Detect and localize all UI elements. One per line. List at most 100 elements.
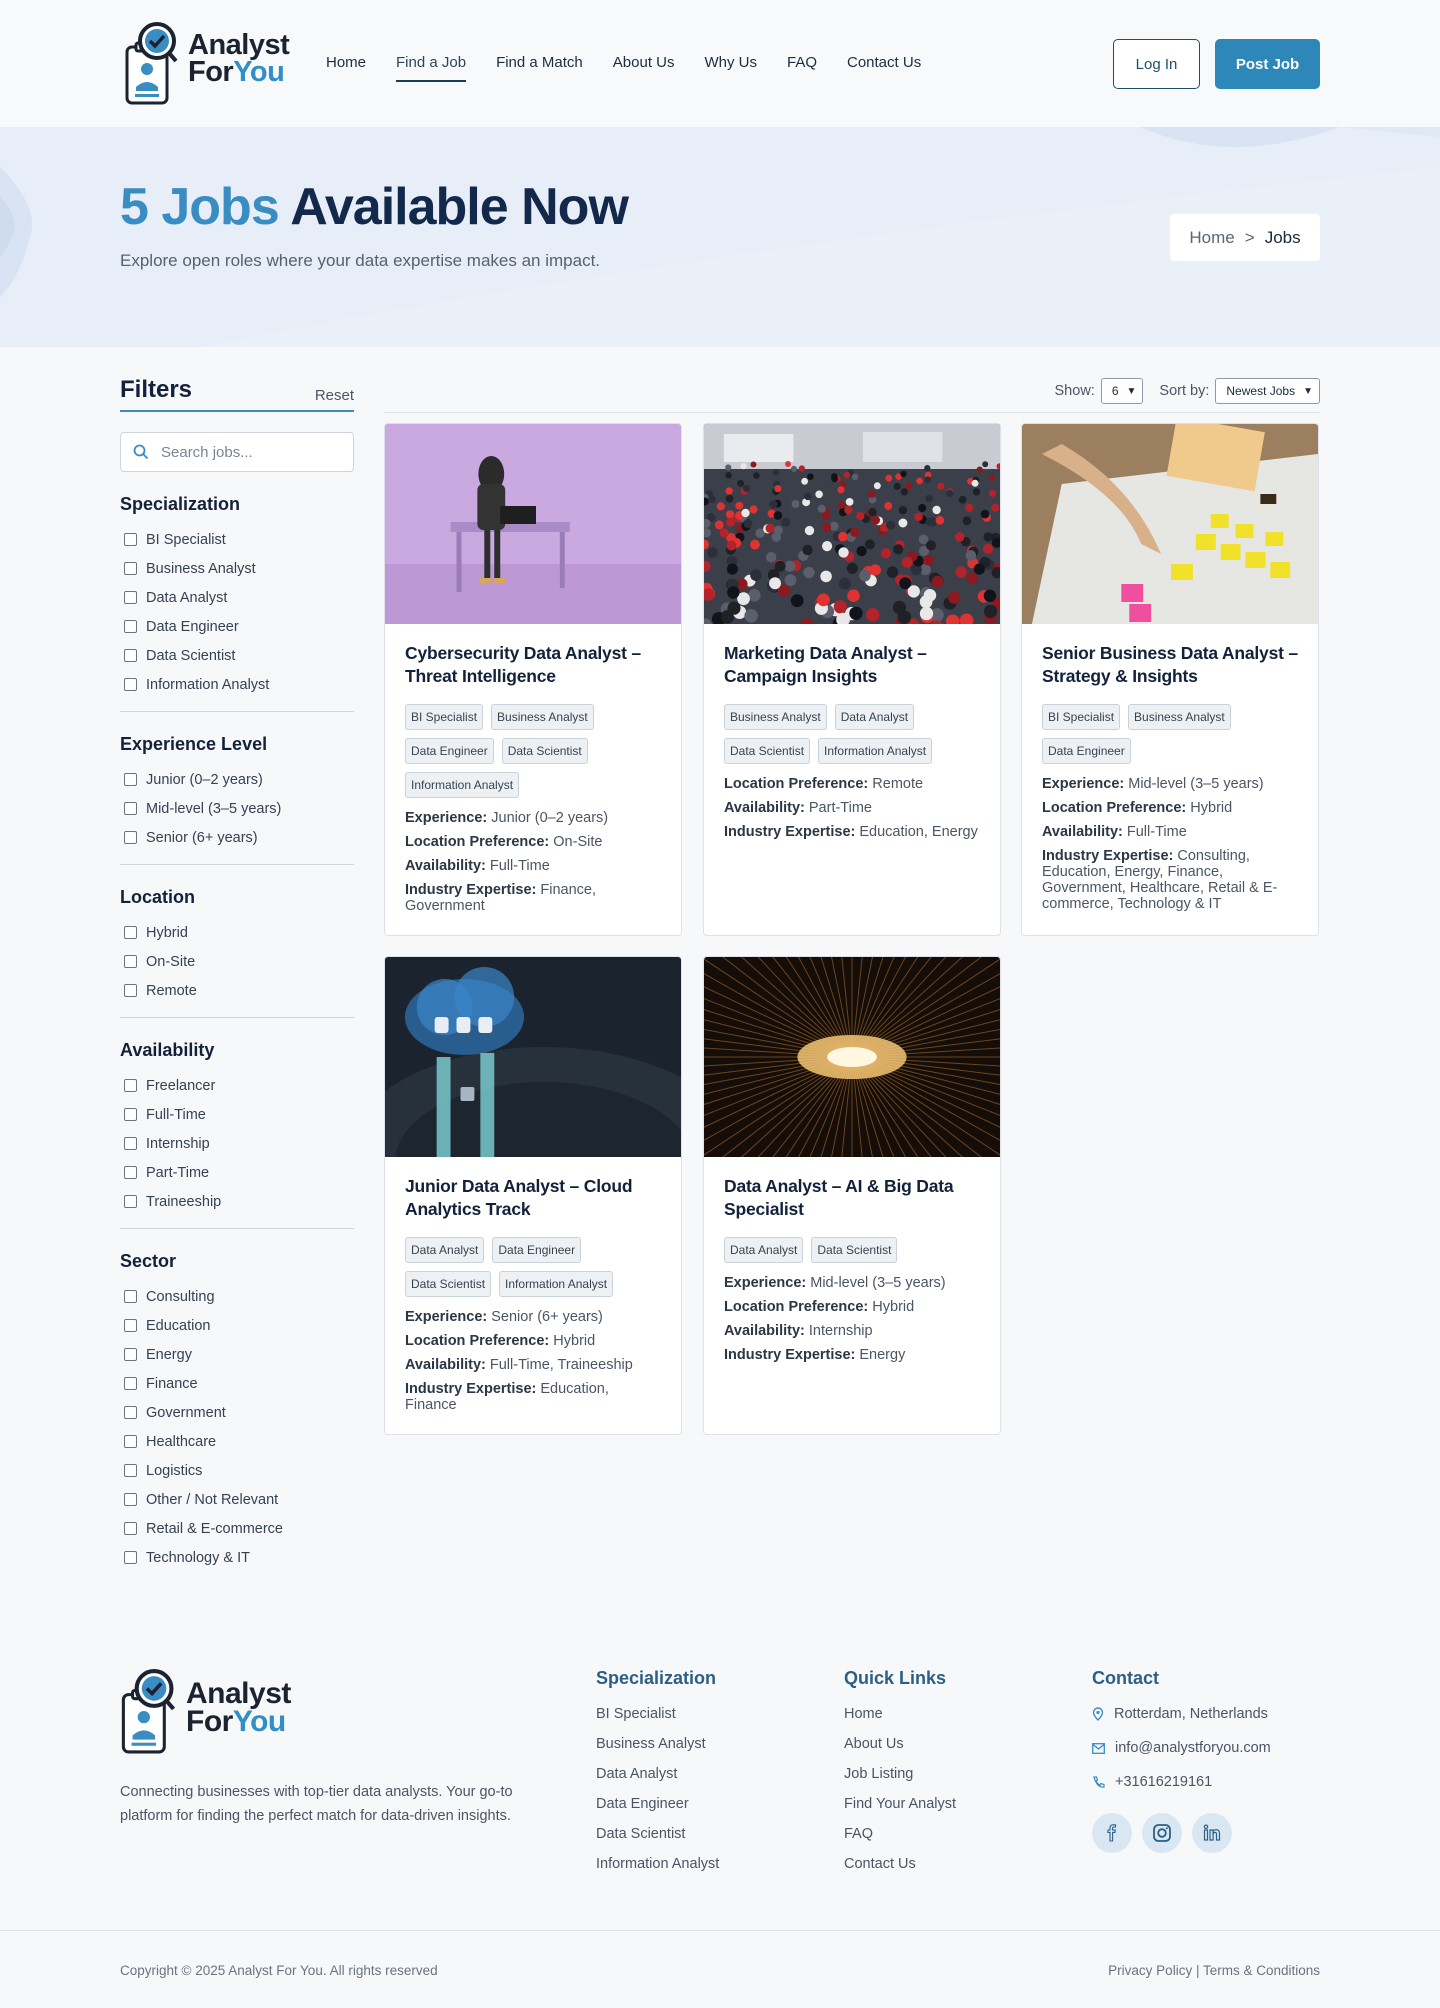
filter-option-business-analyst[interactable]: Business Analyst <box>120 554 354 583</box>
post-job-button[interactable]: Post Job <box>1215 39 1320 89</box>
contact-email[interactable]: info@analystforyou.com <box>1092 1731 1271 1765</box>
footer-link-information-analyst[interactable]: Information Analyst <box>596 1853 719 1883</box>
checkbox[interactable] <box>124 1464 137 1477</box>
facebook-icon[interactable] <box>1092 1813 1132 1853</box>
job-image-sticky-notes-planning[interactable] <box>1022 424 1318 624</box>
filter-option-healthcare[interactable]: Healthcare <box>120 1427 354 1456</box>
checkbox[interactable] <box>124 562 137 575</box>
checkbox[interactable] <box>124 926 137 939</box>
checkbox[interactable] <box>124 1551 137 1564</box>
job-card[interactable]: Senior Business Data Analyst – Strategy … <box>1021 423 1319 936</box>
contact-phone[interactable]: +31616219161 <box>1092 1765 1271 1799</box>
footer-link-bi-specialist[interactable]: BI Specialist <box>596 1703 719 1733</box>
nav-contact-us[interactable]: Contact Us <box>847 54 921 82</box>
job-title[interactable]: Cybersecurity Data Analyst – Threat Inte… <box>405 642 661 688</box>
filters-reset-link[interactable]: Reset <box>315 387 354 404</box>
job-title[interactable]: Data Analyst – AI & Big Data Specialist <box>724 1175 980 1221</box>
footer-link-data-analyst[interactable]: Data Analyst <box>596 1763 719 1793</box>
checkbox[interactable] <box>124 533 137 546</box>
filter-option-junior-0-2-years[interactable]: Junior (0–2 years) <box>120 765 354 794</box>
filter-option-data-engineer[interactable]: Data Engineer <box>120 612 354 641</box>
job-title[interactable]: Senior Business Data Analyst – Strategy … <box>1042 642 1298 688</box>
contact-phone-text[interactable]: +31616219161 <box>1115 1774 1212 1790</box>
filter-option-part-time[interactable]: Part-Time <box>120 1158 354 1187</box>
checkbox[interactable] <box>124 955 137 968</box>
footer-link-business-analyst[interactable]: Business Analyst <box>596 1733 719 1763</box>
filter-option-senior-6-years[interactable]: Senior (6+ years) <box>120 823 354 852</box>
filter-option-energy[interactable]: Energy <box>120 1340 354 1369</box>
checkbox[interactable] <box>124 831 137 844</box>
footer-logo[interactable]: Analyst ForYou <box>120 1668 291 1756</box>
filter-option-other-not-relevant[interactable]: Other / Not Relevant <box>120 1485 354 1514</box>
checkbox[interactable] <box>124 984 137 997</box>
checkbox[interactable] <box>124 773 137 786</box>
footer-link-data-engineer[interactable]: Data Engineer <box>596 1793 719 1823</box>
job-image-light-tunnel[interactable] <box>704 957 1000 1157</box>
job-card[interactable]: Data Analyst – AI & Big Data Specialist D… <box>703 956 1001 1435</box>
footer-link-home[interactable]: Home <box>844 1703 956 1733</box>
instagram-icon[interactable] <box>1142 1813 1182 1853</box>
checkbox[interactable] <box>124 1195 137 1208</box>
show-count-select[interactable]: 6 ▼ <box>1100 378 1144 404</box>
job-title[interactable]: Marketing Data Analyst – Campaign Insigh… <box>724 642 980 688</box>
filter-option-mid-level-3-5-years[interactable]: Mid-level (3–5 years) <box>120 794 354 823</box>
filter-option-traineeship[interactable]: Traineeship <box>120 1187 354 1216</box>
nav-find-a-job[interactable]: Find a Job <box>396 54 467 82</box>
filter-option-freelancer[interactable]: Freelancer <box>120 1071 354 1100</box>
checkbox[interactable] <box>124 1108 137 1121</box>
checkbox[interactable] <box>124 1166 137 1179</box>
nav-about-us[interactable]: About Us <box>613 54 675 82</box>
checkbox[interactable] <box>124 1319 137 1332</box>
nav-find-a-match[interactable]: Find a Match <box>496 54 583 82</box>
footer-link-contact-us[interactable]: Contact Us <box>844 1853 956 1883</box>
job-image-crowd[interactable] <box>704 424 1000 624</box>
filter-option-hybrid[interactable]: Hybrid <box>120 918 354 947</box>
nav-faq[interactable]: FAQ <box>787 54 817 82</box>
filter-option-on-site[interactable]: On-Site <box>120 947 354 976</box>
filter-option-logistics[interactable]: Logistics <box>120 1456 354 1485</box>
filter-option-technology-it[interactable]: Technology & IT <box>120 1543 354 1572</box>
filter-option-data-scientist[interactable]: Data Scientist <box>120 641 354 670</box>
checkbox[interactable] <box>124 649 137 662</box>
footer-link-find-your-analyst[interactable]: Find Your Analyst <box>844 1793 956 1823</box>
nav-home[interactable]: Home <box>326 54 366 82</box>
job-card[interactable]: Junior Data Analyst – Cloud Analytics Tr… <box>384 956 682 1435</box>
job-card[interactable]: Cybersecurity Data Analyst – Threat Inte… <box>384 423 682 936</box>
job-card[interactable]: Marketing Data Analyst – Campaign Insigh… <box>703 423 1001 936</box>
filter-option-finance[interactable]: Finance <box>120 1369 354 1398</box>
contact-email-text[interactable]: info@analystforyou.com <box>1115 1740 1271 1756</box>
breadcrumb-home[interactable]: Home <box>1189 228 1234 248</box>
checkbox[interactable] <box>124 591 137 604</box>
filter-option-government[interactable]: Government <box>120 1398 354 1427</box>
checkbox[interactable] <box>124 1290 137 1303</box>
filter-option-education[interactable]: Education <box>120 1311 354 1340</box>
checkbox[interactable] <box>124 1348 137 1361</box>
brand-logo[interactable]: Analyst ForYou <box>124 21 290 107</box>
filter-option-information-analyst[interactable]: Information Analyst <box>120 670 354 699</box>
job-search-input[interactable]: Search jobs... <box>120 432 354 472</box>
job-title[interactable]: Junior Data Analyst – Cloud Analytics Tr… <box>405 1175 661 1221</box>
job-image-cloud-database[interactable] <box>385 957 681 1157</box>
checkbox[interactable] <box>124 1406 137 1419</box>
checkbox[interactable] <box>124 1079 137 1092</box>
nav-why-us[interactable]: Why Us <box>704 54 757 82</box>
filter-option-consulting[interactable]: Consulting <box>120 1282 354 1311</box>
footer-link-job-listing[interactable]: Job Listing <box>844 1763 956 1793</box>
checkbox[interactable] <box>124 1435 137 1448</box>
filter-option-data-analyst[interactable]: Data Analyst <box>120 583 354 612</box>
checkbox[interactable] <box>124 1377 137 1390</box>
filter-option-remote[interactable]: Remote <box>120 976 354 1005</box>
filter-option-internship[interactable]: Internship <box>120 1129 354 1158</box>
filter-option-bi-specialist[interactable]: BI Specialist <box>120 525 354 554</box>
footer-link-data-scientist[interactable]: Data Scientist <box>596 1823 719 1853</box>
legal-links[interactable]: Privacy Policy | Terms & Conditions <box>1108 1963 1320 1978</box>
footer-link-faq[interactable]: FAQ <box>844 1823 956 1853</box>
checkbox[interactable] <box>124 1493 137 1506</box>
filter-option-retail-e-commerce[interactable]: Retail & E-commerce <box>120 1514 354 1543</box>
footer-link-about-us[interactable]: About Us <box>844 1733 956 1763</box>
checkbox[interactable] <box>124 620 137 633</box>
checkbox[interactable] <box>124 678 137 691</box>
checkbox[interactable] <box>124 1522 137 1535</box>
login-button[interactable]: Log In <box>1113 39 1200 89</box>
linkedin-icon[interactable] <box>1192 1813 1232 1853</box>
